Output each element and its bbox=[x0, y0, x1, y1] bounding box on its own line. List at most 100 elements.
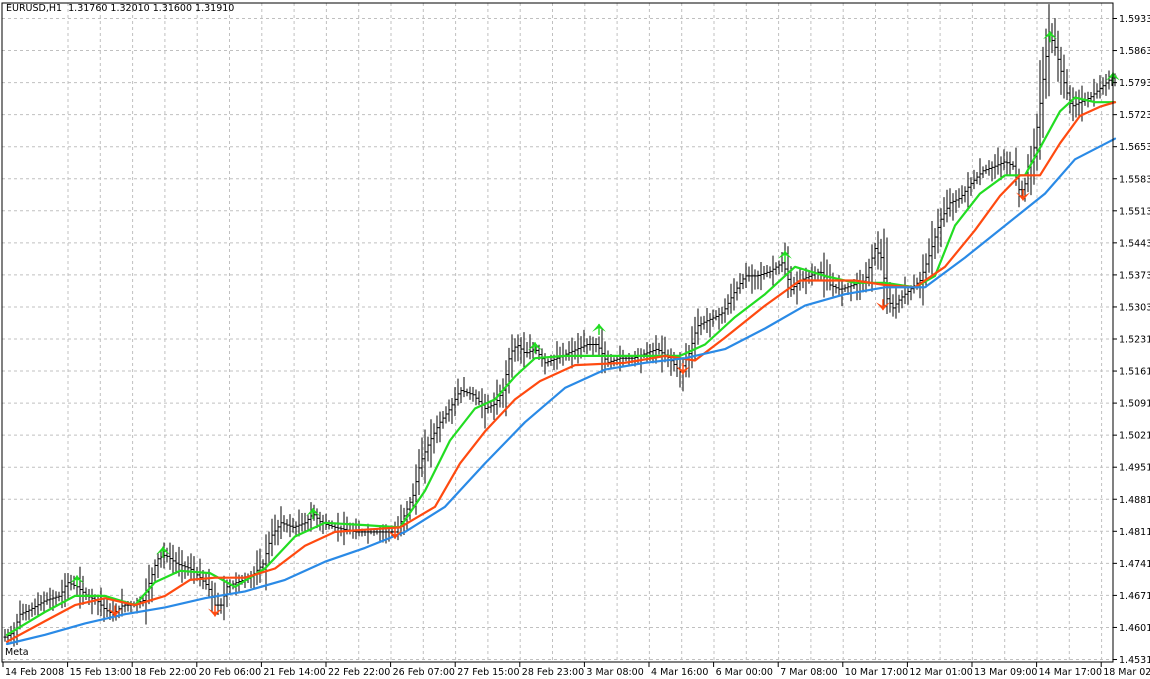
price-bar bbox=[981, 166, 985, 178]
price-bar bbox=[57, 591, 61, 602]
price-bar bbox=[723, 298, 727, 323]
y-tick-label: 1.56530 bbox=[1119, 142, 1150, 153]
price-bar bbox=[255, 550, 259, 586]
price-bar bbox=[669, 348, 673, 376]
price-bar bbox=[708, 313, 712, 338]
price-bar bbox=[327, 520, 331, 530]
arrow-down-icon bbox=[876, 299, 890, 311]
price-bar bbox=[1041, 46, 1045, 138]
price-bar bbox=[771, 255, 775, 286]
price-bar bbox=[357, 520, 361, 537]
price-bar bbox=[513, 338, 517, 362]
price-bar bbox=[522, 332, 526, 369]
price-bar bbox=[276, 519, 280, 546]
price-bar bbox=[21, 603, 25, 621]
price-bar bbox=[228, 579, 232, 594]
price-bar bbox=[843, 284, 847, 293]
price-bar bbox=[54, 591, 58, 605]
price-axis[interactable]: 1.59330 1.58630 1.57930 1.57230 1.56530 1.558… bbox=[1113, 14, 1150, 666]
price-bar bbox=[819, 261, 823, 282]
price-bar bbox=[297, 509, 301, 537]
price-bar bbox=[189, 553, 193, 581]
price-bar bbox=[294, 521, 298, 536]
price-bar bbox=[900, 290, 904, 309]
price-bar bbox=[1044, 28, 1048, 99]
price-bar bbox=[66, 572, 70, 601]
price-bar bbox=[258, 548, 262, 583]
y-tick-label: 1.51610 bbox=[1119, 367, 1150, 378]
price-bar bbox=[1008, 151, 1012, 176]
price-bar bbox=[717, 307, 721, 330]
price-bar bbox=[657, 342, 661, 355]
price-bar bbox=[48, 587, 52, 609]
ohlc-values: 1.31760 1.32010 1.31600 1.31910 bbox=[68, 3, 235, 14]
price-bar bbox=[963, 186, 967, 203]
price-bar bbox=[525, 342, 529, 358]
price-bar bbox=[264, 534, 268, 591]
x-tick-label: 28 Feb 23:00 bbox=[522, 667, 584, 678]
price-bar bbox=[762, 265, 766, 280]
price-bar bbox=[984, 164, 988, 174]
price-chart[interactable]: 1.59330 1.58630 1.57930 1.57230 1.56530 1.558… bbox=[0, 0, 1150, 679]
price-bar bbox=[81, 575, 85, 605]
price-bar bbox=[45, 592, 49, 605]
price-bar bbox=[279, 506, 283, 540]
arrow-up-icon bbox=[70, 575, 84, 587]
price-bar bbox=[663, 336, 667, 363]
price-bar bbox=[336, 512, 340, 542]
price-bar bbox=[942, 197, 946, 227]
x-tick-label: 10 Mar 17:00 bbox=[845, 667, 908, 678]
price-bar bbox=[969, 177, 973, 196]
x-tick-label: 7 Mar 08:00 bbox=[780, 667, 837, 678]
price-bar bbox=[282, 515, 286, 532]
time-axis[interactable]: 14 Feb 2008 15 Feb 13:00 18 Feb 22:00 20 Fe… bbox=[2, 662, 1150, 678]
price-bar bbox=[444, 406, 448, 424]
price-bar bbox=[252, 566, 256, 589]
price-bar bbox=[300, 513, 304, 532]
price-bar bbox=[894, 288, 898, 319]
chart-window[interactable]: 1.59330 1.58630 1.57930 1.57230 1.56530 1.558… bbox=[0, 0, 1150, 679]
price-bar bbox=[768, 266, 772, 279]
arrow-down-icon bbox=[208, 605, 222, 617]
price-bar bbox=[891, 294, 895, 317]
x-tick-label: 26 Feb 07:00 bbox=[393, 667, 455, 678]
price-bar bbox=[612, 357, 616, 367]
price-bar bbox=[930, 220, 934, 279]
price-bar bbox=[753, 269, 757, 290]
price-bar bbox=[168, 542, 172, 570]
price-bar bbox=[330, 520, 334, 529]
price-bar bbox=[705, 307, 709, 334]
price-bar bbox=[174, 552, 178, 574]
price-bar bbox=[78, 566, 82, 609]
price-bar bbox=[318, 511, 322, 531]
price-bar bbox=[759, 262, 763, 291]
price-bar bbox=[1098, 75, 1102, 99]
x-tick-label: 4 Mar 16:00 bbox=[651, 667, 708, 678]
price-bar bbox=[423, 429, 427, 484]
x-tick-label: 27 Feb 15:00 bbox=[457, 667, 519, 678]
price-bar bbox=[750, 264, 754, 294]
price-bar bbox=[1059, 46, 1063, 95]
x-tick-label: 14 Feb 2008 bbox=[5, 667, 64, 678]
x-tick-label: 14 Mar 17:00 bbox=[1039, 667, 1102, 678]
price-bar bbox=[159, 549, 163, 568]
price-bar bbox=[408, 497, 412, 520]
price-bar bbox=[588, 335, 592, 351]
price-bar bbox=[441, 410, 445, 429]
y-tick-label: 1.46710 bbox=[1119, 591, 1150, 602]
y-tick-label: 1.55130 bbox=[1119, 206, 1150, 217]
price-bar bbox=[951, 193, 955, 221]
price-bar bbox=[156, 553, 160, 578]
y-tick-label: 1.59330 bbox=[1119, 14, 1150, 25]
price-bar bbox=[1074, 91, 1078, 118]
price-bar bbox=[354, 518, 358, 540]
price-bar bbox=[732, 278, 736, 311]
price-bar bbox=[1005, 151, 1009, 175]
price-bar bbox=[1029, 145, 1033, 196]
y-tick-label: 1.50210 bbox=[1119, 431, 1150, 442]
price-bar bbox=[96, 594, 100, 616]
price-bar bbox=[570, 337, 574, 369]
price-bar bbox=[591, 336, 595, 357]
y-tick-label: 1.48110 bbox=[1119, 527, 1150, 538]
price-bar bbox=[690, 326, 694, 369]
